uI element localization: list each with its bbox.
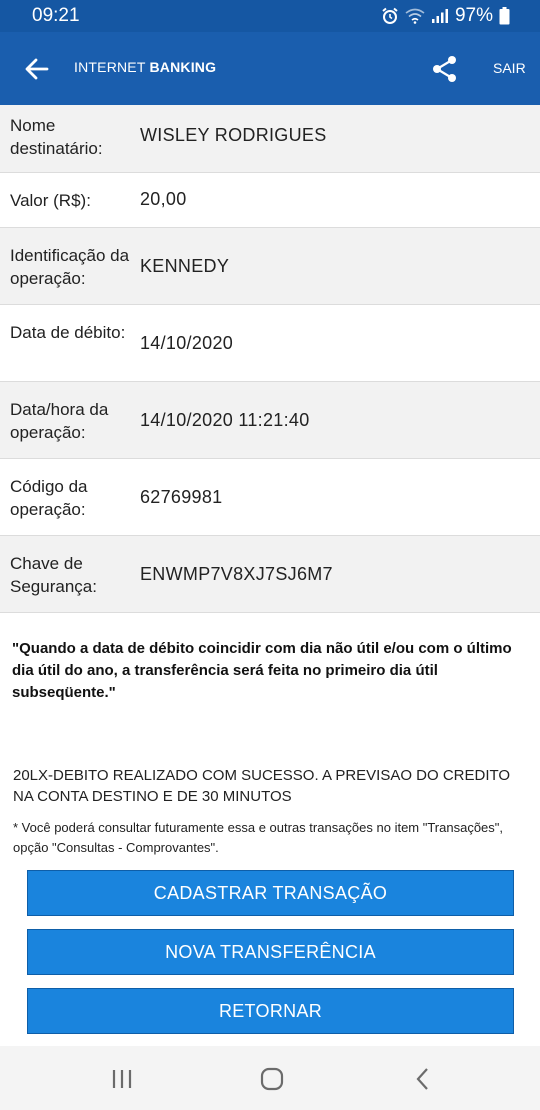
detail-value: ENWMP7V8XJ7SJ6M7 [140,564,333,584]
footnote: * Você poderá consultar futuramente essa… [13,820,504,855]
recent-apps-button[interactable] [107,1064,137,1094]
detail-label: Nome destinatário: [10,116,103,158]
detail-row-security-key: Chave de Segurança: ENWMP7V8XJ7SJ6M7 [0,536,540,613]
battery-percent: 97% [454,5,493,26]
back-button[interactable] [22,54,52,84]
app-header: INTERNET BANKING SAIR [0,32,540,105]
business-day-notice: "Quando a data de débito coincidir com d… [12,640,512,701]
detail-value: 62769981 [140,487,223,507]
detail-row-amount: Valor (R$): 20,00 [0,173,540,228]
arrow-left-icon [25,58,49,80]
detail-label: Código da operação: [10,477,88,519]
detail-row-operation-datetime: Data/hora da operação: 14/10/2020 11:21:… [0,382,540,459]
exit-button[interactable]: SAIR [493,60,526,76]
detail-label: Valor (R$): [10,191,91,210]
detail-value: KENNEDY [140,256,230,276]
detail-row-operation-code: Código da operação: 62769981 [0,459,540,536]
detail-label: Data de débito: [10,323,126,342]
alarm-icon [382,7,398,24]
transaction-details: Nome destinatário: WISLEY RODRIGUES Valo… [0,105,540,613]
app-title: INTERNET BANKING [74,59,216,75]
detail-value: 14/10/2020 [140,333,234,353]
detail-row-identification: Identificação da operação: KENNEDY [0,228,540,305]
detail-label: Data/hora da operação: [10,400,109,442]
app-title-light: INTERNET [74,59,146,75]
new-transfer-button[interactable]: NOVA TRANSFERÊNCIA [27,929,514,975]
share-button[interactable] [430,54,460,84]
system-back-button[interactable] [408,1064,438,1094]
battery-icon [499,7,510,25]
detail-value: WISLEY RODRIGUES [140,125,327,145]
share-icon [433,56,456,82]
detail-label: Identificação da operação: [10,246,130,288]
return-button[interactable]: RETORNAR [27,988,514,1034]
detail-value: 20,00 [140,189,187,209]
back-chevron-icon [416,1068,428,1090]
home-icon [260,1067,284,1091]
status-bar: 09:21 97% [0,0,540,32]
status-icons: 97% [381,5,510,27]
system-nav-bar [0,1046,540,1110]
detail-label: Chave de Segurança: [10,554,97,596]
wifi-icon [405,8,425,24]
register-transaction-button[interactable]: CADASTRAR TRANSAÇÃO [27,870,514,916]
home-button[interactable] [257,1064,287,1094]
status-time: 09:21 [32,5,80,26]
detail-value: 14/10/2020 11:21:40 [140,410,310,430]
success-message: 20LX-DEBITO REALIZADO COM SUCESSO. A PRE… [13,767,511,805]
detail-row-debit-date: Data de débito: 14/10/2020 [0,305,540,382]
recent-apps-icon [112,1070,132,1088]
detail-row-recipient: Nome destinatário: WISLEY RODRIGUES [0,105,540,173]
signal-icon [431,9,448,23]
app-title-bold: BANKING [149,59,217,75]
